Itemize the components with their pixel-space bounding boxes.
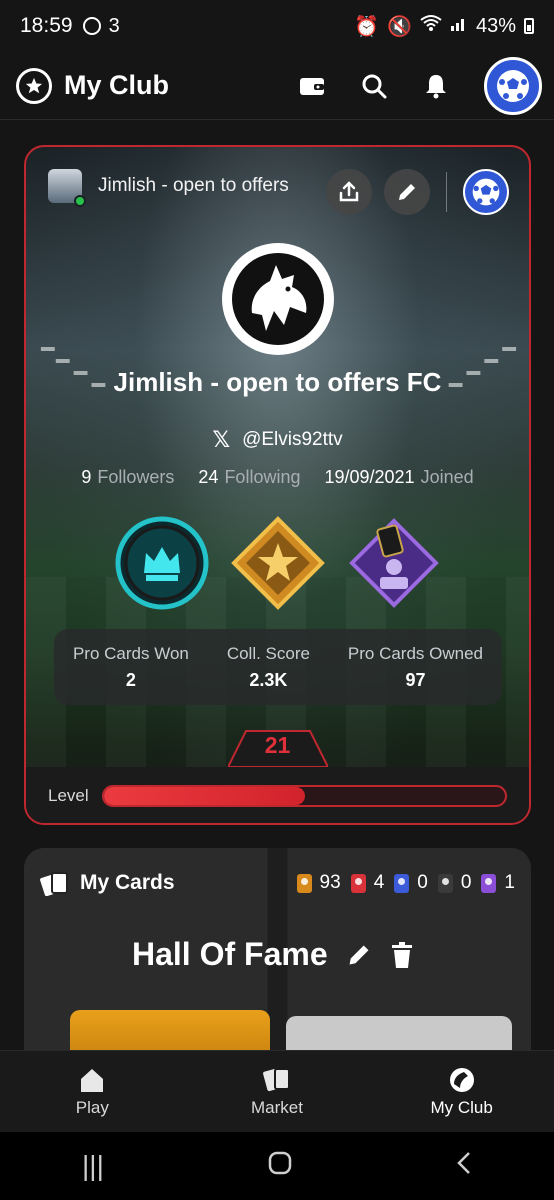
rarity-chip-icon xyxy=(437,873,453,893)
app-header: My Club xyxy=(0,52,554,120)
club-logo-icon[interactable] xyxy=(16,67,52,104)
status-time: 18:59 xyxy=(20,14,73,37)
edit-button[interactable] xyxy=(384,169,430,215)
rarity-count: 93 xyxy=(296,872,341,894)
share-button[interactable] xyxy=(326,169,372,215)
hall-of-fame-title: Hall Of Fame xyxy=(132,936,328,972)
metric-pro-cards-owned: Pro Cards Owned 97 xyxy=(347,643,484,690)
following-stat[interactable]: 24 Following xyxy=(198,467,300,488)
pencil-icon xyxy=(399,184,415,200)
my-club-icon xyxy=(449,1067,474,1092)
bell-icon[interactable] xyxy=(422,72,450,100)
online-status-dot xyxy=(74,195,86,207)
followers-stat[interactable]: 9 Followers xyxy=(81,467,174,488)
nav-market[interactable]: Market xyxy=(202,1066,352,1118)
alarm-icon: ⏰ xyxy=(354,15,380,38)
page-title: My Club xyxy=(64,70,169,100)
rarity-count: 4 xyxy=(350,872,384,894)
rarity-chip-icon xyxy=(350,873,366,893)
trash-icon[interactable] xyxy=(390,941,414,969)
club-metrics: Pro Cards Won 2 Coll. Score 2.3K Pro Car… xyxy=(54,629,502,705)
rarity-count: 0 xyxy=(437,872,471,894)
bottom-navigation: Play Market My Club xyxy=(0,1050,554,1132)
level-progress-fill xyxy=(104,787,305,805)
back-icon[interactable] xyxy=(456,1150,472,1182)
star-badge-icon[interactable] xyxy=(230,515,326,611)
search-icon[interactable] xyxy=(360,72,388,100)
social-stats: 9 Followers 24 Following 19/09/2021 Joined xyxy=(26,467,529,488)
share-icon xyxy=(339,181,359,202)
owner-name[interactable]: Jimlish - open to offers xyxy=(98,175,289,197)
twitter-handle[interactable]: @Elvis92ttv xyxy=(242,429,343,451)
metric-collection-score: Coll. Score 2.3K xyxy=(226,643,310,690)
status-bar: 18:59 3 ⏰ 🔇 43% xyxy=(0,0,554,52)
club-profile-card: Jimlish - open to offers Jimlish - open … xyxy=(24,145,531,825)
my-cards-section: My Cards 93 4 0 0 1 Hall Of Fame xyxy=(24,848,531,1058)
recent-apps-icon[interactable]: ||| xyxy=(82,1150,104,1182)
level-label: Level xyxy=(48,786,89,805)
wifi-icon xyxy=(420,14,442,38)
home-button-icon[interactable] xyxy=(268,1150,292,1182)
club-name: Jimlish - open to offers FC xyxy=(113,367,442,397)
card-counts: 93 4 0 0 1 xyxy=(296,872,515,894)
home-icon xyxy=(81,1068,104,1092)
battery-icon xyxy=(524,18,534,34)
crown-badge-icon[interactable] xyxy=(114,515,210,611)
rarity-chip-icon xyxy=(394,873,410,893)
carrier-icon: 3 xyxy=(108,14,120,37)
joined-stat: 19/09/2021 Joined xyxy=(324,467,474,487)
mute-icon: 🔇 xyxy=(387,15,412,38)
wallet-icon[interactable] xyxy=(298,72,326,100)
level-number: 21 xyxy=(264,732,291,758)
divider xyxy=(446,172,447,212)
level-progress-bar xyxy=(102,785,507,807)
nav-my-club[interactable]: My Club xyxy=(387,1066,537,1118)
rarity-chip-icon xyxy=(481,873,497,893)
rarity-count: 1 xyxy=(481,872,515,894)
wolf-icon xyxy=(221,243,334,355)
rarity-count: 0 xyxy=(394,872,428,894)
club-crest xyxy=(206,243,350,355)
battery-percent: 43% xyxy=(475,14,516,37)
market-cards-icon xyxy=(263,1067,290,1091)
pencil-icon[interactable] xyxy=(346,942,372,968)
cards-icon xyxy=(40,872,68,896)
x-twitter-icon: 𝕏 xyxy=(212,427,231,452)
cards-badge-icon[interactable] xyxy=(346,515,442,611)
owner-avatar[interactable] xyxy=(48,169,86,207)
my-cards-title[interactable]: My Cards xyxy=(80,871,175,895)
notification-icon xyxy=(82,17,101,35)
metric-pro-cards-won: Pro Cards Won 2 xyxy=(72,643,189,690)
nav-play[interactable]: Play xyxy=(17,1066,167,1118)
system-navigation: ||| xyxy=(0,1132,554,1200)
achievement-badges xyxy=(26,515,529,611)
rarity-chip-icon xyxy=(296,873,312,893)
team-badge-icon[interactable] xyxy=(463,169,509,215)
profile-avatar-button[interactable] xyxy=(484,56,542,115)
signal-icon xyxy=(450,14,468,38)
